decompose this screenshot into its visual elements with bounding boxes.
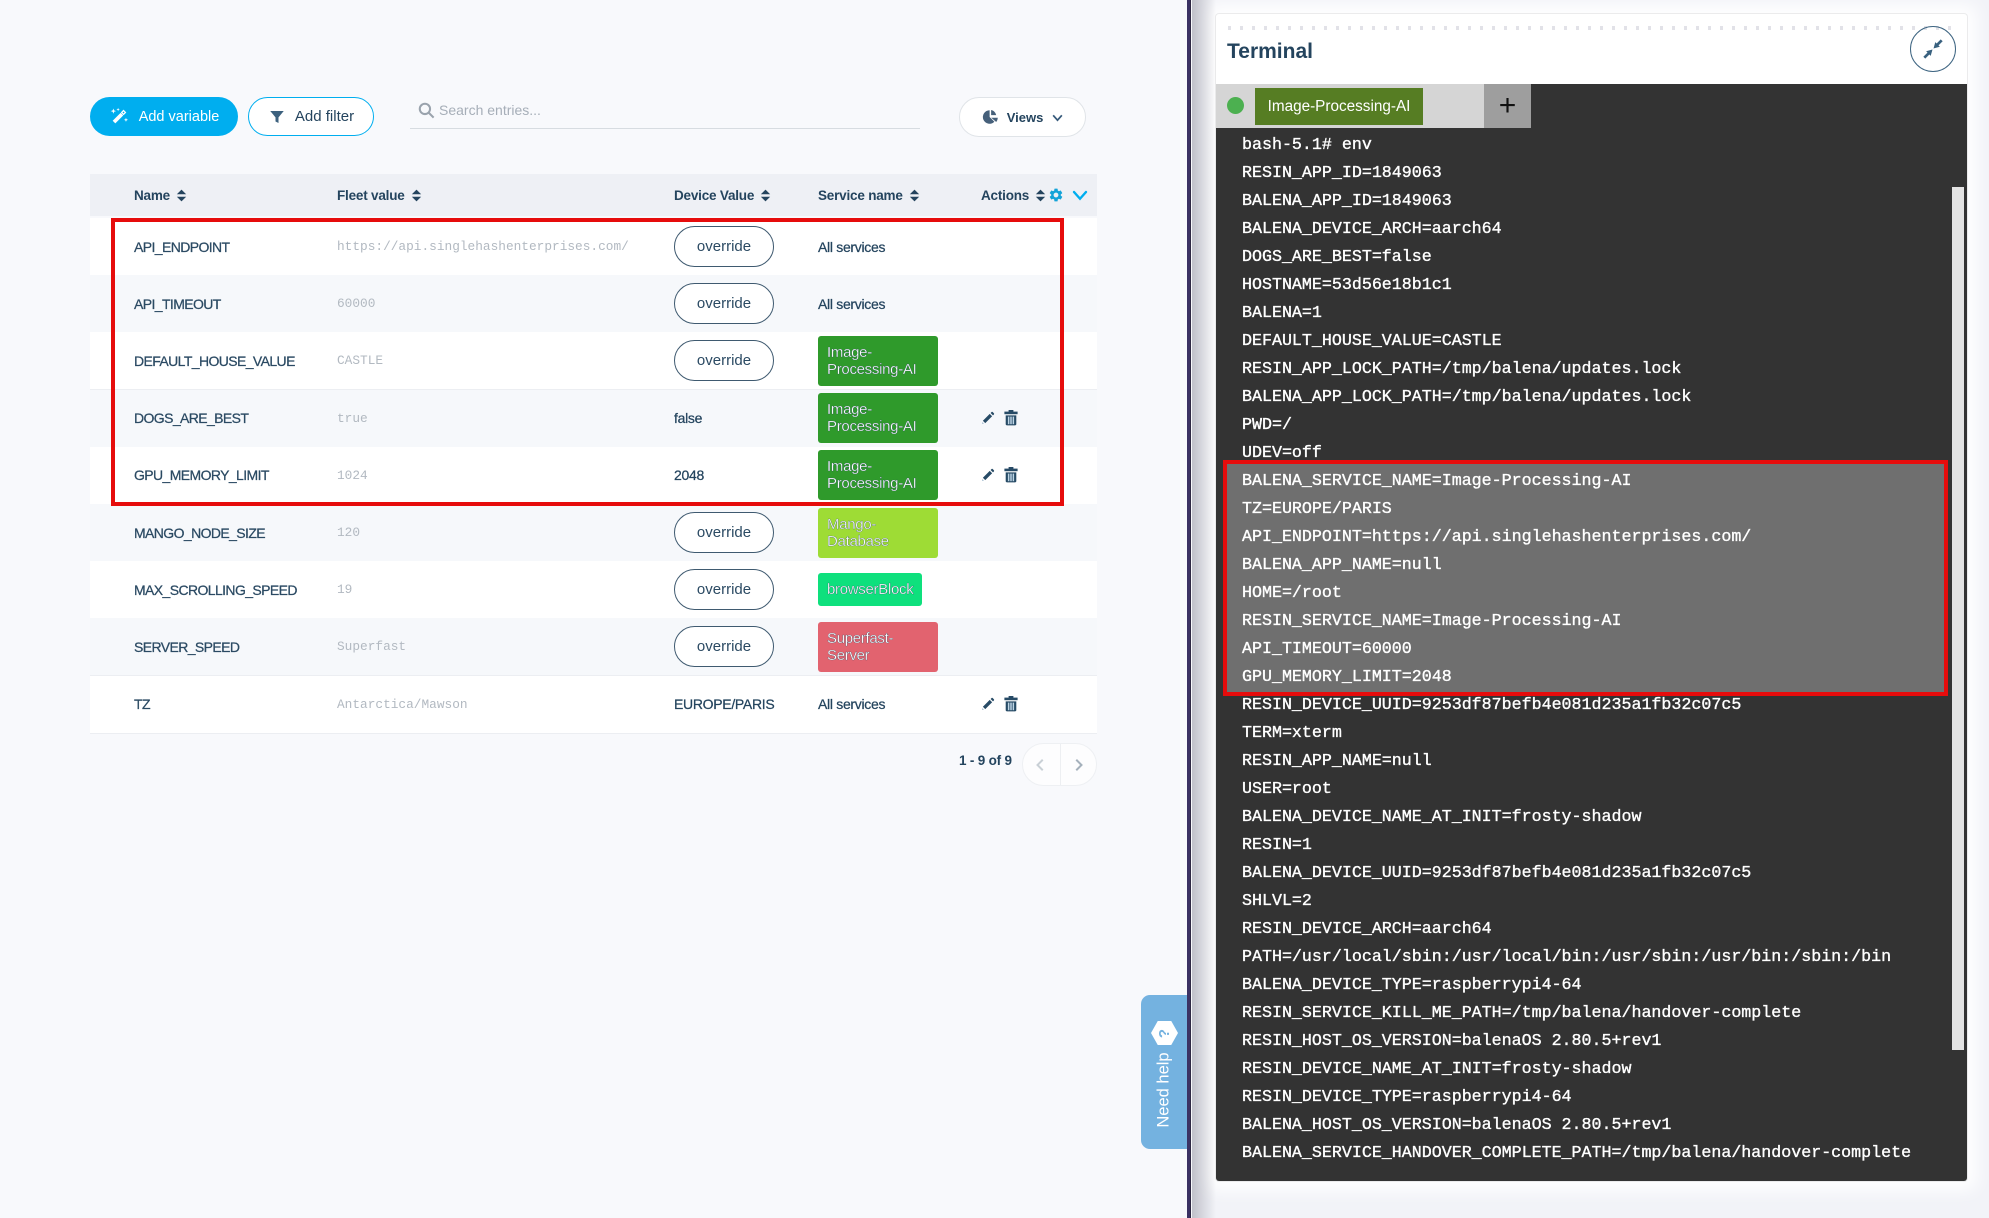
svg-text:?: ? — [1156, 1029, 1173, 1038]
